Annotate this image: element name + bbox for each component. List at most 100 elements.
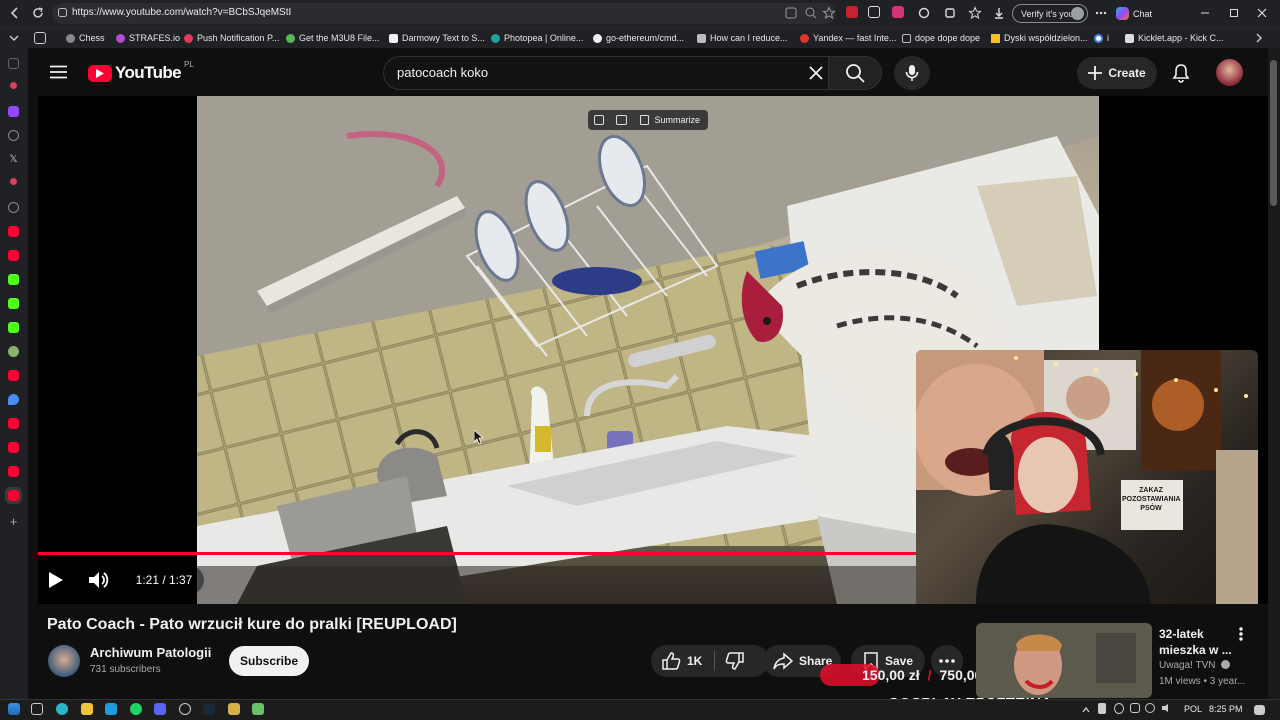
tray-app-icon[interactable]: [1130, 703, 1140, 713]
site-info-icon[interactable]: [57, 7, 68, 18]
restore-icon[interactable]: [1227, 6, 1241, 20]
windows-start-icon[interactable]: [8, 703, 20, 715]
steam-icon[interactable]: [203, 703, 215, 715]
extension-puzzle-icon[interactable]: [943, 6, 957, 20]
youtube-logo[interactable]: YouTube PL: [88, 60, 194, 83]
notifications-bell-icon[interactable]: [1172, 63, 1190, 83]
bookmark-google[interactable]: i: [1094, 30, 1109, 46]
clear-search-icon[interactable]: [808, 65, 824, 81]
keyboard-language[interactable]: POL: [1184, 704, 1202, 714]
bookmark-push-notification[interactable]: Push Notification P...: [184, 30, 279, 46]
clock[interactable]: 8:25 PM: [1209, 704, 1243, 714]
edge-browser-icon[interactable]: [56, 703, 68, 715]
bookmark-strafes[interactable]: STRAFES.io: [116, 30, 180, 46]
notifications-icon[interactable]: [1254, 705, 1265, 715]
kick-tab-icon[interactable]: [8, 298, 19, 309]
bookmark-chess[interactable]: Chess: [66, 30, 105, 46]
tray-chevron-icon[interactable]: [1081, 705, 1091, 715]
extension-screen-icon[interactable]: [868, 6, 880, 18]
search-button[interactable]: [828, 56, 882, 90]
favorite-star-icon[interactable]: [822, 6, 836, 20]
summarize-overlay[interactable]: Summarize: [588, 110, 708, 130]
bookmark-m3u8[interactable]: Get the M3U8 File...: [286, 30, 380, 46]
profile-verify-button[interactable]: Verify it's you: [1012, 4, 1088, 23]
back-icon[interactable]: [8, 6, 22, 20]
bookmark-go-ethereum[interactable]: go-ethereum/cmd...: [593, 30, 684, 46]
file-explorer-icon[interactable]: [81, 703, 93, 715]
channel-avatar[interactable]: [48, 645, 80, 677]
extension-ublock-icon[interactable]: [846, 6, 858, 18]
tab-strip-icon[interactable]: [34, 32, 46, 44]
sidebar-tab-icon[interactable]: [10, 178, 17, 185]
x-tab-icon[interactable]: 𝕏: [8, 154, 19, 165]
sidebar-tab-icon[interactable]: [8, 346, 19, 357]
extension-refresh-icon[interactable]: [917, 6, 931, 20]
recommended-channel[interactable]: Uwaga! TVN: [1159, 660, 1231, 671]
volume-button[interactable]: [87, 569, 109, 591]
scrollbar-thumb[interactable]: [1270, 60, 1277, 206]
create-button[interactable]: Create: [1077, 57, 1157, 89]
twitch-tab-icon[interactable]: [8, 106, 19, 117]
favorites-icon[interactable]: [968, 6, 982, 20]
youtube-tab-icon[interactable]: [8, 418, 19, 429]
reload-icon[interactable]: [31, 6, 45, 20]
store-icon[interactable]: [105, 703, 117, 715]
recommended-video-thumbnail[interactable]: [976, 623, 1152, 698]
bookmark-text-to-speech[interactable]: Darmowy Text to S...: [389, 30, 485, 46]
extension-grid-icon[interactable]: [892, 6, 904, 18]
sidebar-tab-icon[interactable]: [8, 58, 19, 69]
security-icon[interactable]: [1114, 703, 1124, 714]
user-avatar[interactable]: [1216, 59, 1243, 86]
play-button[interactable]: [44, 569, 66, 591]
zoom-icon[interactable]: [804, 6, 818, 20]
new-tab-plus-icon[interactable]: +: [8, 515, 19, 528]
bookmark-kicklet[interactable]: Kicklet.app - Kick C...: [1125, 30, 1224, 46]
task-view-icon[interactable]: [31, 703, 43, 715]
screenshot-icon[interactable]: [594, 115, 604, 125]
tab-actions-chevron-icon[interactable]: [8, 32, 20, 44]
bookmark-photopea[interactable]: Photopea | Online...: [491, 30, 583, 46]
copilot-chat-button[interactable]: Chat: [1116, 4, 1152, 23]
recommended-more-icon[interactable]: [1235, 626, 1247, 642]
settings-more-icon[interactable]: [1094, 6, 1108, 20]
app-install-icon[interactable]: [784, 6, 798, 20]
usb-icon[interactable]: [1098, 703, 1106, 714]
bookmark-shared-drives[interactable]: Dyski współdzielon...: [991, 30, 1088, 46]
youtube-tab-icon[interactable]: [8, 466, 19, 477]
youtube-tab-icon[interactable]: [8, 250, 19, 261]
kick-tab-icon[interactable]: [8, 322, 19, 333]
spotify-icon[interactable]: [130, 703, 142, 715]
bookmark-yandex[interactable]: Yandex — fast Inte...: [800, 30, 896, 46]
voice-search-button[interactable]: [894, 56, 930, 90]
like-button[interactable]: 1K: [661, 651, 702, 671]
discord-icon[interactable]: [154, 703, 166, 715]
video-capture-icon[interactable]: [616, 115, 627, 125]
sidebar-tab-icon[interactable]: [10, 82, 17, 89]
globe-tab-icon[interactable]: [8, 130, 19, 141]
youtube-tab-active-icon[interactable]: [5, 487, 22, 504]
subscribe-button[interactable]: Subscribe: [229, 646, 309, 676]
network-icon[interactable]: [1145, 703, 1155, 713]
app-icon[interactable]: [252, 703, 264, 715]
video-progress-bar[interactable]: [38, 552, 916, 555]
downloads-icon[interactable]: [992, 6, 1006, 20]
app-icon[interactable]: [228, 703, 240, 715]
youtube-tab-icon[interactable]: [8, 442, 19, 453]
mouse-cursor-icon: [474, 430, 484, 444]
bookmark-how-can-i-reduce[interactable]: How can I reduce...: [697, 30, 788, 46]
close-window-icon[interactable]: [1255, 6, 1269, 20]
channel-name[interactable]: Archiwum Patologii: [90, 645, 211, 660]
obs-icon[interactable]: [179, 703, 191, 715]
hamburger-menu-icon[interactable]: [50, 65, 67, 79]
dislike-button[interactable]: [725, 651, 745, 671]
minimize-icon[interactable]: [1198, 6, 1212, 20]
youtube-tab-icon[interactable]: [8, 226, 19, 237]
speaker-icon[interactable]: [1161, 703, 1171, 713]
maps-tab-icon[interactable]: [8, 394, 19, 405]
globe-tab-icon[interactable]: [8, 202, 19, 213]
bookmark-dope[interactable]: dope dope dope: [902, 30, 980, 46]
bookmarks-overflow-chevron-icon[interactable]: [1254, 32, 1264, 44]
recommended-video-title[interactable]: 32-latek mieszka w ...: [1159, 626, 1239, 658]
youtube-tab-icon[interactable]: [8, 370, 19, 381]
kick-tab-icon[interactable]: [8, 274, 19, 285]
